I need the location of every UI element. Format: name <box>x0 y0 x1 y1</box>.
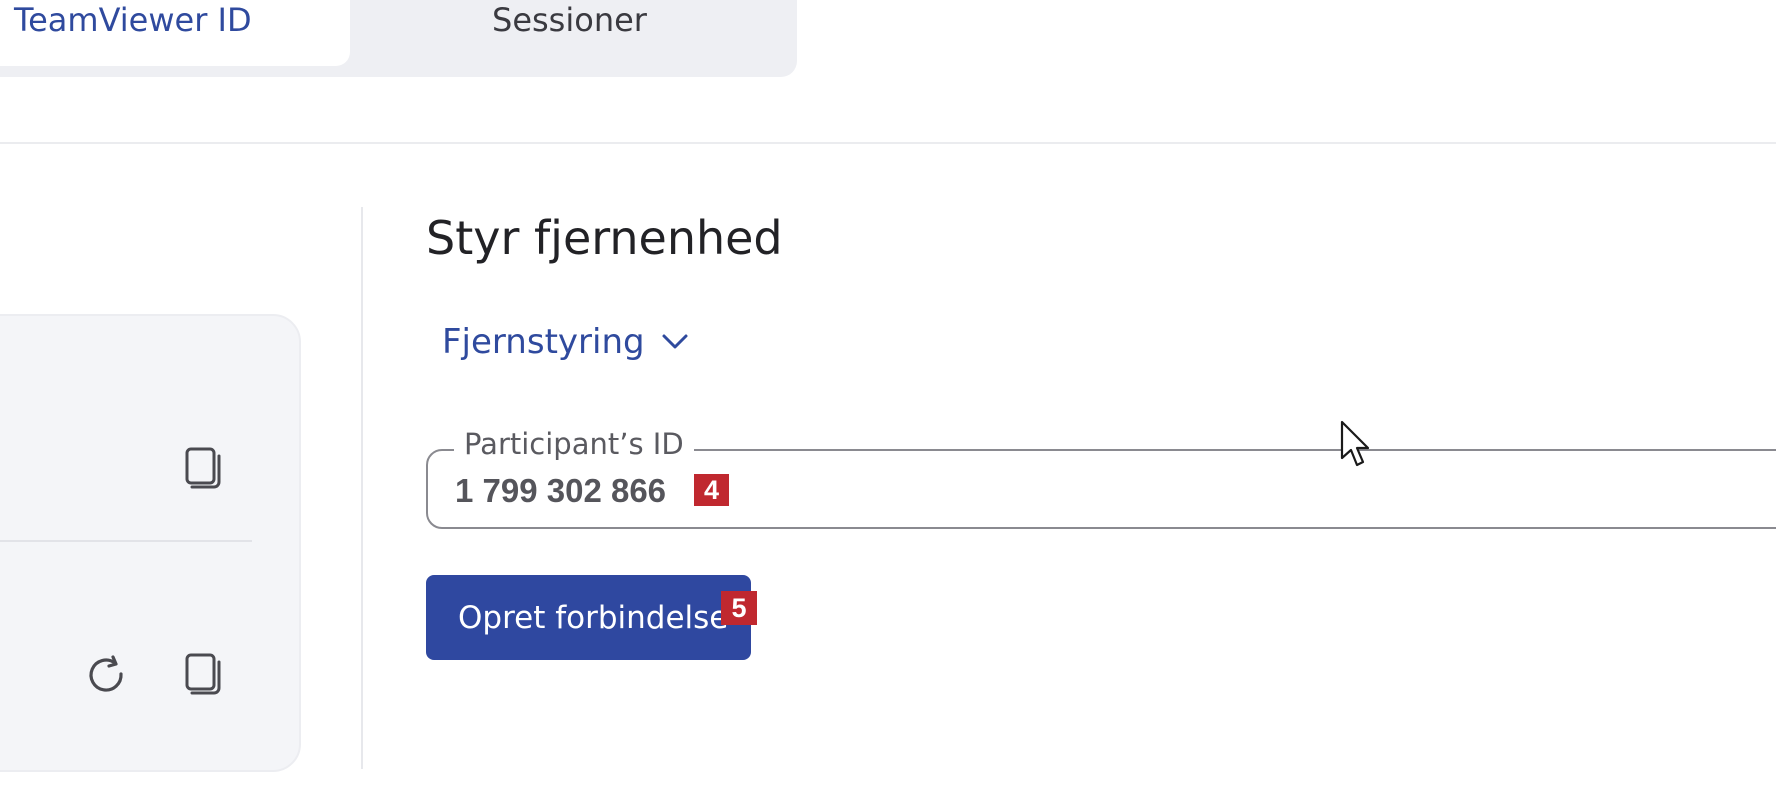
page-title: Styr fjernenhed <box>426 211 783 265</box>
participant-id-input[interactable] <box>455 469 705 513</box>
refresh-icon[interactable] <box>83 652 131 700</box>
id-card <box>0 314 301 772</box>
mouse-cursor-icon <box>1340 420 1370 467</box>
panel-separator <box>361 207 363 769</box>
tab-sessions[interactable]: Sessioner <box>492 0 647 40</box>
connect-button[interactable]: Opret forbindelse <box>426 575 751 660</box>
annotation-badge: 4 <box>694 474 729 506</box>
card-divider <box>0 540 252 542</box>
mode-dropdown[interactable]: Fjernstyring <box>442 318 689 366</box>
connect-button-label: Opret forbindelse <box>458 599 729 636</box>
copy-icon[interactable] <box>179 652 227 700</box>
mode-dropdown-label: Fjernstyring <box>442 322 645 362</box>
tab-teamviewer-id-label[interactable]: TeamViewer ID <box>14 0 252 40</box>
participant-id-label: Participant’s ID <box>454 424 694 464</box>
chevron-down-icon <box>662 334 688 349</box>
copy-icon[interactable] <box>179 446 227 494</box>
app-window: TeamViewer ID Sessioner Styr fjernenhed … <box>0 0 1776 802</box>
annotation-badge: 5 <box>721 591 757 625</box>
header-divider <box>0 142 1776 144</box>
